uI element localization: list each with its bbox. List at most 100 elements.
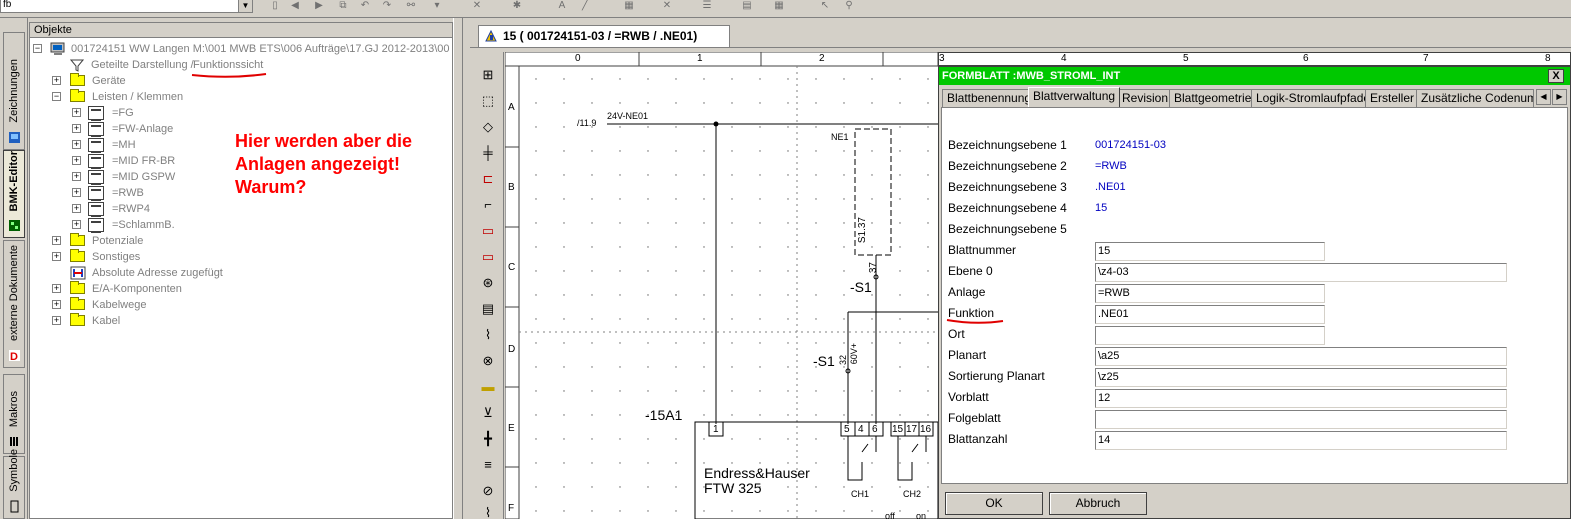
tree-item-label: =RWB xyxy=(112,187,144,199)
ebene0-input[interactable]: \z4-03 xyxy=(1095,263,1507,282)
expand-icon[interactable]: + xyxy=(72,188,81,197)
terminal-tool-icon[interactable]: ╪ xyxy=(479,144,497,162)
cable-tool-icon[interactable]: ▤ xyxy=(479,300,497,318)
pin-label: 37 xyxy=(868,262,879,274)
vorblatt-input[interactable]: 12 xyxy=(1095,389,1507,408)
lamp-tool-icon[interactable]: ⊗ xyxy=(479,352,497,370)
device-tool-icon[interactable]: ⊏ xyxy=(479,170,497,188)
align-icon[interactable]: ☰ xyxy=(700,1,714,12)
tab-symbole[interactable]: Symbole xyxy=(3,449,25,519)
terminal-block-icon[interactable]: ▬ xyxy=(479,378,497,396)
rotate-right-icon[interactable]: ↷ xyxy=(380,1,394,12)
tree-item-label: =MH xyxy=(112,139,136,151)
connection-point-icon[interactable]: ◇ xyxy=(479,118,497,136)
collapse-icon[interactable]: − xyxy=(33,44,42,53)
close-button[interactable]: X xyxy=(1548,69,1564,83)
sortierung-planart-input[interactable]: \z25 xyxy=(1095,368,1507,387)
document-tab[interactable]: 15 ( 001724151-03 / =RWB / .NE01) xyxy=(478,25,730,47)
expand-icon[interactable]: + xyxy=(52,300,61,309)
line-icon[interactable]: ╱ xyxy=(578,1,592,12)
anlage-label: Anlage xyxy=(948,285,986,299)
module-tool-icon[interactable]: ▭ xyxy=(479,248,497,266)
schematic-canvas[interactable]: 0 1 2 A B C D E F /11.9 24V-NE01 NE1 S1.… xyxy=(505,52,938,519)
text-icon[interactable]: A xyxy=(555,1,569,12)
tab-blattverwaltung[interactable]: Blattverwaltung xyxy=(1028,87,1121,107)
cross-icon[interactable]: ✕ xyxy=(470,1,484,12)
blattanzahl-input[interactable]: 14 xyxy=(1095,431,1507,450)
junction-tool-icon[interactable]: ╋ xyxy=(479,430,497,448)
blattnummer-input[interactable]: 15 xyxy=(1095,242,1325,261)
diode-tool-icon[interactable]: ⊻ xyxy=(479,404,497,422)
expand-icon[interactable]: + xyxy=(52,252,61,261)
tab-zeichnungen[interactable]: Zeichnungen xyxy=(3,32,25,150)
tab-ersteller[interactable]: Ersteller xyxy=(1365,89,1420,107)
collapse-icon[interactable]: − xyxy=(52,92,61,101)
tree-item-label: Sonstiges xyxy=(92,251,141,263)
symbol-icon[interactable]: ▤ xyxy=(740,1,754,12)
expand-icon[interactable]: + xyxy=(72,108,81,117)
ok-button[interactable]: OK xyxy=(945,492,1043,515)
expand-icon[interactable]: + xyxy=(52,316,61,325)
ort-input[interactable] xyxy=(1095,326,1325,345)
motor-tool-icon[interactable]: ⊘ xyxy=(479,482,497,500)
tab-blattgeometrie[interactable]: Blattgeometrie xyxy=(1169,89,1257,107)
funktion-input[interactable]: .NE01 xyxy=(1095,305,1325,324)
tab-bmk-editor[interactable]: BMK-Editor xyxy=(3,150,25,238)
anlage-input[interactable]: =RWB xyxy=(1095,284,1325,303)
row-label: F xyxy=(508,503,515,514)
panel-splitter[interactable] xyxy=(453,18,463,519)
expand-icon[interactable]: + xyxy=(52,284,61,293)
grid-icon[interactable]: ▦ xyxy=(622,1,636,12)
pdf-icon: D xyxy=(9,350,20,362)
expand-icon[interactable]: + xyxy=(72,124,81,133)
dropdown-icon[interactable]: ▾ xyxy=(430,1,444,12)
expand-icon[interactable]: + xyxy=(72,172,81,181)
expand-icon[interactable]: + xyxy=(72,156,81,165)
fuse-tool-icon[interactable]: ⊛ xyxy=(479,274,497,292)
rotate-left-icon[interactable]: ↶ xyxy=(358,1,372,12)
tab-revision[interactable]: Revision xyxy=(1117,89,1174,107)
redo-icon[interactable]: ▶ xyxy=(312,1,326,12)
link-icon[interactable]: ⚯ xyxy=(404,1,418,12)
chevron-down-icon[interactable]: ▼ xyxy=(238,0,253,13)
grid-icon[interactable]: ▦ xyxy=(772,1,786,12)
frame-tool-icon[interactable]: ⊞ xyxy=(479,66,497,84)
undo-icon[interactable]: ◀ xyxy=(288,1,302,12)
switch-tool-icon[interactable]: ⌐ xyxy=(479,196,497,214)
expand-icon[interactable]: + xyxy=(52,76,61,85)
plc-tool-icon[interactable]: ▭ xyxy=(479,222,497,240)
pin-label: 5 xyxy=(844,424,850,435)
tab-logik-stromlaufpfade[interactable]: Logik-Stromlaufpfade xyxy=(1251,89,1376,107)
terminal-strip-icon xyxy=(88,154,104,169)
busbar-tool-icon[interactable]: ≡ xyxy=(479,456,497,474)
tab-externe-dokumente[interactable]: externe Dokumente D xyxy=(3,240,25,368)
column-ruler: 3 4 5 6 7 8 xyxy=(938,52,1571,66)
binoculars-icon[interactable]: ⚲ xyxy=(842,1,856,12)
tree-item-label: Kabel xyxy=(92,315,121,327)
planart-input[interactable]: \a25 xyxy=(1095,347,1507,366)
expand-icon[interactable]: + xyxy=(52,236,61,245)
layer-combo[interactable]: fb xyxy=(0,0,253,13)
expand-icon[interactable]: + xyxy=(72,140,81,149)
cursor-icon[interactable]: ↖ xyxy=(818,1,832,12)
scroll-tool-icon[interactable]: ⌇ xyxy=(479,504,497,519)
star-icon[interactable]: ✱ xyxy=(510,1,524,12)
tab-scroll-left-icon[interactable]: ◀ xyxy=(1536,89,1551,105)
area-tool-icon[interactable]: ⬚ xyxy=(479,92,497,110)
tab-blattbenennung[interactable]: Blattbenennung xyxy=(942,89,1037,107)
expand-icon[interactable]: + xyxy=(72,204,81,213)
symbols-icon xyxy=(10,500,19,513)
cross-icon[interactable]: ✕ xyxy=(660,1,674,12)
page-icon[interactable]: ▯ xyxy=(268,1,282,12)
tree-item-label: =SchlammB. xyxy=(112,219,175,231)
tab-makros[interactable]: Makros xyxy=(3,374,25,454)
tab-zusaetzliche-codenummer[interactable]: Zusätzliche Codenumm xyxy=(1416,89,1534,107)
tab-scroll-right-icon[interactable]: ▶ xyxy=(1552,89,1567,105)
expand-icon[interactable]: + xyxy=(72,220,81,229)
copy-icon[interactable]: ⧉ xyxy=(336,1,350,12)
row-label: D xyxy=(508,344,516,355)
folgeblatt-input[interactable] xyxy=(1095,410,1507,429)
red-annotation: Hier werden aber die Anlagen angezeigt! … xyxy=(235,130,475,199)
resistor-tool-icon[interactable]: ⌇ xyxy=(479,326,497,344)
cancel-button[interactable]: Abbruch xyxy=(1049,492,1147,515)
